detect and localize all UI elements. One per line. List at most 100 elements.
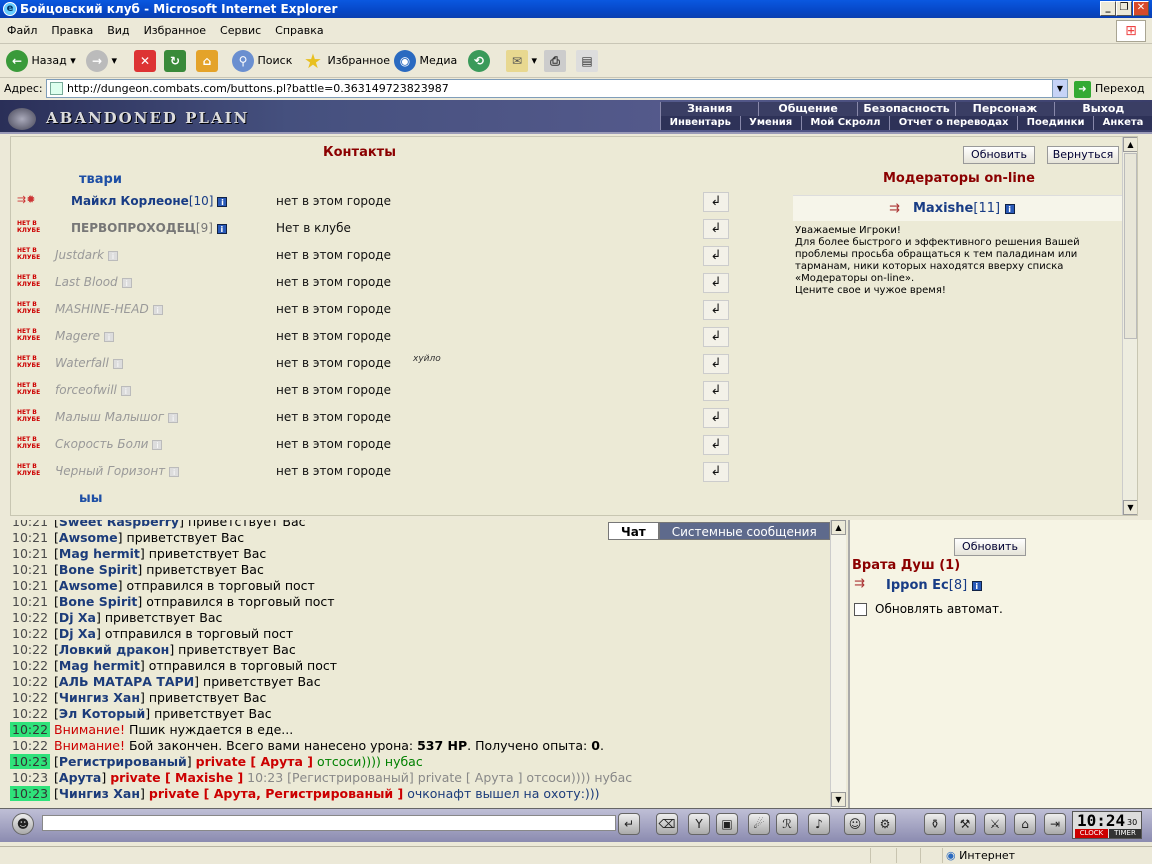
menu-view[interactable]: Вид — [100, 18, 136, 44]
contact-name[interactable]: Малыш Малышог i — [55, 410, 179, 424]
exit-icon[interactable]: ⇥ — [1044, 813, 1066, 835]
save-icon[interactable]: ▣ — [716, 813, 738, 835]
lock-icon[interactable]: ⌂ — [1014, 813, 1036, 835]
character-icon[interactable]: ⚔ — [984, 813, 1006, 835]
nav-fights[interactable]: Поединки — [1017, 116, 1093, 130]
scroll-thumb[interactable] — [1124, 153, 1137, 339]
info-icon[interactable]: i — [971, 581, 982, 591]
private-message-arrow-icon[interactable]: ↲ — [703, 408, 729, 428]
chat-nick[interactable]: Awsome — [59, 578, 118, 593]
private-message-arrow-icon[interactable]: ↲ — [703, 435, 729, 455]
chat-nick[interactable]: Чингиз Хан — [59, 690, 140, 705]
menu-help[interactable]: Справка — [268, 18, 330, 44]
history-button[interactable]: ⟲ — [468, 48, 490, 74]
chat-time[interactable]: 10:22 — [10, 706, 50, 721]
close-button[interactable]: ✕ — [1133, 1, 1149, 16]
stop-button[interactable]: ✕ — [134, 48, 156, 74]
chat-nick[interactable]: Dj Xa — [59, 626, 96, 641]
nav-security[interactable]: Безопасность — [856, 102, 955, 116]
search-button[interactable]: ⚲ Поиск — [232, 48, 292, 74]
chat-time[interactable]: 10:21 — [10, 520, 50, 529]
chat-time[interactable]: 10:21 — [10, 578, 50, 593]
contact-name[interactable]: ПЕРВОПРОХОДЕЦ[9] i — [71, 221, 227, 235]
info-icon[interactable]: i — [1004, 204, 1015, 214]
private-message-arrow-icon[interactable]: ↲ — [703, 246, 729, 266]
edit-button[interactable]: ▤ — [576, 48, 598, 74]
chat-nick[interactable]: АЛЬ МАТАРА ТАРИ — [59, 674, 194, 689]
chat-nick[interactable]: Mag hermit — [59, 546, 140, 561]
chat-nick[interactable]: Чингиз Хан — [59, 786, 140, 801]
favorites-button[interactable]: ★ Избранное — [302, 48, 390, 74]
contact-name[interactable]: MASHINE-HEAD i — [55, 302, 163, 316]
private-message-arrow-icon[interactable]: ↲ — [703, 300, 729, 320]
chat-time[interactable]: 10:23 — [10, 770, 50, 785]
nav-my-scroll[interactable]: Мой Скролл — [800, 116, 889, 130]
private-message-arrow-icon[interactable]: ↲ — [703, 192, 729, 212]
scroll-down-icon[interactable]: ▼ — [1123, 500, 1137, 515]
info-icon[interactable]: i — [216, 223, 227, 234]
contact-name[interactable]: Майкл Корлеоне[10] i — [71, 194, 228, 208]
send-enter-icon[interactable]: ↵ — [618, 813, 640, 835]
address-dropdown-button[interactable]: ▼ — [1052, 80, 1067, 97]
smiley-icon[interactable]: ☺ — [844, 813, 866, 835]
contact-name[interactable]: Скорость Боли i — [55, 437, 163, 451]
tab-system-messages[interactable]: Системные сообщения — [658, 522, 830, 540]
chat-nick[interactable]: Sweet Raspberry — [59, 520, 179, 529]
chat-nick[interactable]: Bone Spirit — [59, 594, 138, 609]
location-refresh-button[interactable]: Обновить — [954, 538, 1026, 556]
private-message-arrow-icon[interactable]: ↲ — [703, 381, 729, 401]
back-button[interactable]: ← Назад ▾ — [6, 48, 76, 74]
clock-label[interactable]: CLOCK — [1075, 829, 1108, 838]
info-icon[interactable]: i — [217, 196, 228, 207]
nav-knowledge[interactable]: Знания — [660, 102, 758, 116]
contact-name[interactable]: forceofwill i — [55, 383, 131, 397]
chat-nick[interactable]: Bone Spirit — [59, 562, 138, 577]
chat-nick[interactable]: Dj Xa — [59, 610, 96, 625]
filter-icon[interactable]: Y — [688, 813, 710, 835]
contact-name[interactable]: Черный Горизонт i — [55, 464, 180, 478]
minimize-button[interactable]: _ — [1100, 1, 1116, 16]
chat-time[interactable]: 10:21 — [10, 530, 50, 545]
chat-nick[interactable]: Ловкий дракон — [59, 642, 169, 657]
chat-time[interactable]: 10:22 — [10, 738, 50, 753]
nav-skills[interactable]: Умения — [739, 116, 801, 130]
private-tag[interactable]: private [ Арута, Регистрированый ] — [149, 786, 403, 801]
chat-time[interactable]: 10:23 — [10, 754, 51, 769]
chat-time[interactable]: 10:21 — [10, 546, 50, 561]
sound-icon[interactable]: ♪ — [808, 813, 830, 835]
chat-time[interactable]: 10:22 — [10, 722, 51, 737]
chat-time[interactable]: 10:21 — [10, 562, 50, 577]
private-message-arrow-icon[interactable]: ↲ — [703, 354, 729, 374]
chat-nick[interactable]: Awsome — [59, 530, 118, 545]
contacts-back-button[interactable]: Вернуться — [1047, 146, 1119, 164]
nav-inventory[interactable]: Инвентарь — [660, 116, 740, 130]
chat-nick[interactable]: Эл Который — [59, 706, 145, 721]
go-button[interactable]: ➜ Переход — [1074, 80, 1145, 98]
contacts-refresh-button[interactable]: Обновить — [963, 146, 1035, 164]
print-button[interactable]: ⎙ — [544, 48, 566, 74]
chat-message-input[interactable] — [42, 815, 616, 831]
info-icon[interactable]: i — [107, 250, 118, 261]
private-message-arrow-icon[interactable]: ↲ — [703, 462, 729, 482]
scroll-up-icon[interactable]: ▲ — [1123, 137, 1137, 152]
run-icon[interactable]: ☄ — [748, 813, 770, 835]
info-icon[interactable]: i — [168, 412, 179, 423]
tab-chat[interactable]: Чат — [608, 522, 659, 540]
scroll-up-icon[interactable]: ▲ — [831, 520, 846, 535]
moderator-name[interactable]: Maxishe[11] i — [913, 201, 1015, 216]
refresh-button[interactable]: ↻ — [164, 48, 186, 74]
chat-time[interactable]: 10:22 — [10, 658, 50, 673]
contact-name[interactable]: Magere i — [55, 329, 115, 343]
private-message-arrow-icon[interactable]: ↲ — [703, 273, 729, 293]
private-message-arrow-icon[interactable]: ↲ — [703, 327, 729, 347]
info-icon[interactable]: i — [120, 385, 131, 396]
bag-icon[interactable]: ⚱ — [924, 813, 946, 835]
scroll-item-icon[interactable]: ⚒ — [954, 813, 976, 835]
chat-scrollbar[interactable]: ▲ ▼ — [830, 520, 846, 808]
menu-edit[interactable]: Правка — [44, 18, 100, 44]
mail-button[interactable]: ✉ ▾ — [506, 48, 537, 74]
nav-communication[interactable]: Общение — [758, 102, 856, 116]
chat-time[interactable]: 10:22 — [10, 690, 50, 705]
location-user[interactable]: Ippon Ec[8] i — [886, 578, 982, 593]
nav-profile[interactable]: Анкета — [1093, 116, 1152, 130]
